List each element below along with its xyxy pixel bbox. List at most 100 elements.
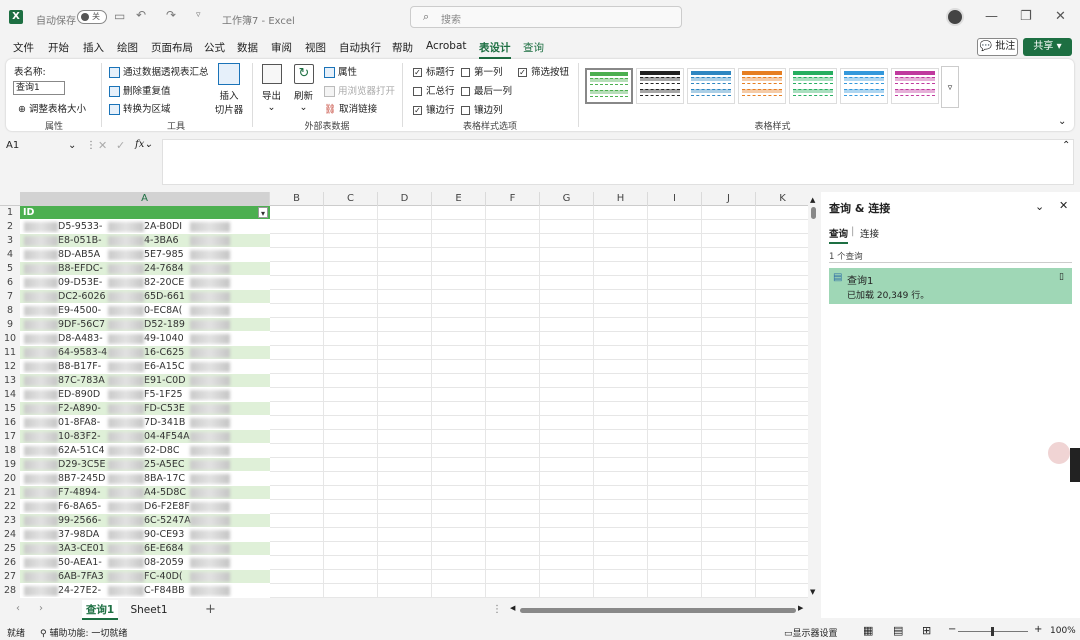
zoom-slider-thumb[interactable]: [991, 627, 994, 636]
row-header[interactable]: 13: [0, 374, 20, 388]
filter-button-checkbox[interactable]: ✓ 筛选按钮: [518, 64, 569, 78]
menu-file[interactable]: 文件: [13, 40, 34, 55]
scroll-left-icon[interactable]: ◀: [510, 604, 515, 612]
prev-sheet-icon[interactable]: ‹: [16, 603, 20, 614]
column-header-c[interactable]: C: [324, 192, 378, 206]
row-header[interactable]: 9: [0, 318, 20, 332]
formula-input[interactable]: [162, 139, 1074, 185]
row-header[interactable]: 8: [0, 304, 20, 318]
column-header-j[interactable]: J: [702, 192, 756, 206]
table-row[interactable]: F2-A890- FD-C53E: [20, 402, 270, 416]
unlink-button[interactable]: ⛓ 取消链接: [324, 101, 377, 115]
normal-view-icon[interactable]: ▦: [863, 624, 873, 637]
table-row[interactable]: D5-9533- 2A-B0DI: [20, 220, 270, 234]
table-row[interactable]: 99-2566- 6C-5247A: [20, 514, 270, 528]
table-row[interactable]: 8B7-245D 8BA-17C: [20, 472, 270, 486]
scrollbar-thumb[interactable]: [811, 207, 816, 219]
name-box[interactable]: A1 ⌄: [6, 140, 80, 154]
table-row[interactable]: 9DF-56C7 D52-189: [20, 318, 270, 332]
worksheet-grid[interactable]: ID ▾ D5-9533- 2A-B0DI E8-051B- 4-3BA6 8D-AB5A 5…: [20, 206, 808, 598]
row-header[interactable]: 28: [0, 584, 20, 598]
table-row[interactable]: ED-890D F5-1F25: [20, 388, 270, 402]
table-row[interactable]: 01-8FA8- 7D-341B: [20, 416, 270, 430]
row-header[interactable]: 14: [0, 388, 20, 402]
row-header[interactable]: 4: [0, 248, 20, 262]
undo-icon[interactable]: ↶: [136, 8, 146, 22]
row-header[interactable]: 12: [0, 360, 20, 374]
column-header-d[interactable]: D: [378, 192, 432, 206]
cancel-icon[interactable]: ✕: [98, 139, 107, 152]
table-style-swatch[interactable]: [687, 68, 735, 104]
page-break-view-icon[interactable]: ⊞: [922, 624, 931, 637]
menu-data[interactable]: 数据: [237, 40, 258, 55]
row-header[interactable]: 19: [0, 458, 20, 472]
column-header-b[interactable]: B: [270, 192, 324, 206]
menu-automate[interactable]: 自动执行: [339, 40, 381, 55]
first-column-checkbox[interactable]: 第一列: [461, 64, 503, 78]
tab-sheet1[interactable]: Sheet1: [126, 600, 172, 620]
last-column-checkbox[interactable]: 最后一列: [461, 83, 512, 97]
table-row[interactable]: B8-B17F- E6-A15C: [20, 360, 270, 374]
row-header[interactable]: 21: [0, 486, 20, 500]
column-header-e[interactable]: E: [432, 192, 486, 206]
row-header[interactable]: 5: [0, 262, 20, 276]
table-row[interactable]: 10-83F2- 04-4F54A: [20, 430, 270, 444]
table-name-input[interactable]: 查询1: [13, 81, 65, 95]
redo-icon[interactable]: ↷: [166, 8, 176, 22]
table-style-swatch[interactable]: [738, 68, 786, 104]
accessibility-status[interactable]: ⚲ 辅助功能: 一切就绪: [40, 626, 127, 639]
resize-table-button[interactable]: ⊕ 调整表格大小: [18, 101, 86, 115]
table-row[interactable]: F7-4894- A4-5D8C: [20, 486, 270, 500]
column-header-h[interactable]: H: [594, 192, 648, 206]
row-header[interactable]: 25: [0, 542, 20, 556]
row-header[interactable]: 16: [0, 416, 20, 430]
table-header-cell[interactable]: ID ▾: [20, 206, 270, 220]
table-row[interactable]: 62A-51C4 62-D8C: [20, 444, 270, 458]
banded-columns-checkbox[interactable]: 镶边列: [461, 102, 503, 116]
tab-query1[interactable]: 查询1: [82, 600, 118, 620]
table-row[interactable]: 8D-AB5A 5E7-985: [20, 248, 270, 262]
row-header[interactable]: 22: [0, 500, 20, 514]
banded-rows-checkbox[interactable]: ✓ 镶边行: [413, 102, 455, 116]
table-row[interactable]: F6-8A65- D6-F2E8F: [20, 500, 270, 514]
menu-home[interactable]: 开始: [48, 40, 69, 55]
scroll-up-icon[interactable]: ▲: [810, 196, 815, 204]
table-style-swatch[interactable]: [636, 68, 684, 104]
row-header[interactable]: 27: [0, 570, 20, 584]
row-header[interactable]: 1: [0, 206, 20, 220]
row-header[interactable]: 17: [0, 430, 20, 444]
table-row[interactable]: 64-9583-4 16-C625: [20, 346, 270, 360]
add-sheet-icon[interactable]: +: [205, 602, 216, 617]
collapse-ribbon-icon[interactable]: ⌄: [1058, 116, 1066, 127]
zoom-in-icon[interactable]: +: [1034, 624, 1042, 635]
menu-acrobat[interactable]: Acrobat: [426, 40, 467, 52]
save-icon[interactable]: ▭: [114, 9, 125, 23]
menu-insert[interactable]: 插入: [83, 40, 104, 55]
vertical-scrollbar[interactable]: ▲ ▼: [808, 192, 820, 598]
export-button[interactable]: 导出 ⌄: [262, 88, 281, 113]
convert-to-range-button[interactable]: 转换为区域: [109, 101, 171, 115]
column-header-g[interactable]: G: [540, 192, 594, 206]
table-row[interactable]: 37-98DA 90-CE93: [20, 528, 270, 542]
table-style-swatch[interactable]: [840, 68, 888, 104]
assistant-avatar[interactable]: [1046, 440, 1072, 466]
row-header[interactable]: 10: [0, 332, 20, 346]
column-header-i[interactable]: I: [648, 192, 702, 206]
table-row[interactable]: E8-051B- 4-3BA6: [20, 234, 270, 248]
row-header[interactable]: 11: [0, 346, 20, 360]
menu-draw[interactable]: 绘图: [117, 40, 138, 55]
remove-duplicates-button[interactable]: 删除重复值: [109, 83, 171, 97]
scroll-down-icon[interactable]: ▼: [810, 588, 815, 596]
restore-icon[interactable]: ❐: [1020, 9, 1032, 24]
column-header-f[interactable]: F: [486, 192, 540, 206]
share-button[interactable]: 共享 ▾: [1023, 38, 1072, 56]
properties-button[interactable]: 属性: [324, 64, 357, 78]
header-row-checkbox[interactable]: ✓ 标题行: [413, 64, 455, 78]
comments-button[interactable]: 💬 批注: [977, 38, 1018, 56]
menu-help[interactable]: 帮助: [392, 40, 413, 55]
zoom-out-icon[interactable]: −: [948, 624, 956, 635]
menu-query[interactable]: 查询: [523, 40, 544, 55]
insert-slicer-button[interactable]: 插入 切片器: [213, 88, 245, 116]
tab-queries[interactable]: 查询: [829, 226, 849, 244]
collapse-formula-icon[interactable]: ⌃: [1062, 140, 1070, 151]
